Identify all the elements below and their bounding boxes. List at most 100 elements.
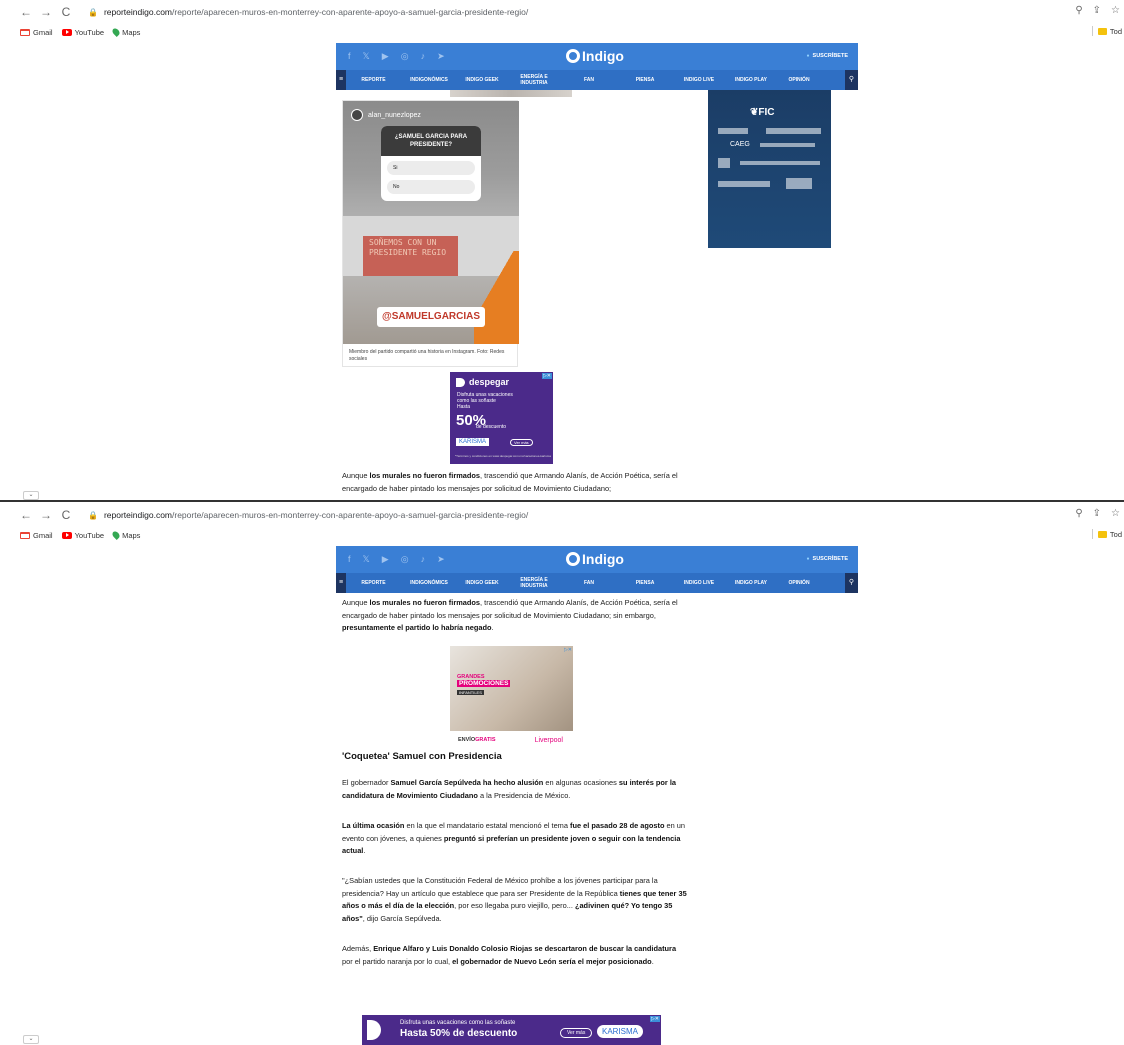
telegram-icon[interactable]: ➤ [437, 554, 445, 565]
url-field[interactable]: reporteindigo.com/reporte/aparecen-muros… [104, 7, 528, 17]
nav-opinion[interactable]: OPINIÓN [777, 580, 821, 586]
bookmark-maps[interactable]: Maps [111, 530, 140, 540]
despegar-hasta: Hasta [457, 404, 471, 410]
scroll-down-icon[interactable]: ⌄ [23, 491, 39, 500]
instagram-icon[interactable]: ◎ [401, 51, 409, 62]
nav-reporte[interactable]: REPORTE [346, 580, 401, 586]
text: , dijo García Sepúlveda. [362, 913, 442, 923]
bookmark-label: YouTube [74, 530, 105, 540]
zoom-icon[interactable]: ⚲ [1075, 5, 1082, 16]
folder-icon [1097, 530, 1107, 538]
site-logo[interactable]: Indigo [566, 551, 624, 567]
search-icon[interactable]: ⚲ [845, 70, 858, 90]
tiktok-icon[interactable]: ♪ [421, 554, 426, 565]
site-logo[interactable]: Indigo [566, 48, 624, 64]
bookmark-youtube[interactable]: YouTube [61, 27, 105, 37]
url-field[interactable]: reporteindigo.com/reporte/aparecen-muros… [104, 510, 528, 520]
gratis-text: GRATIS [475, 737, 496, 743]
despegar-tagline: Disfruta unas vacaciones como las soñast… [457, 392, 513, 410]
nav-fan[interactable]: FAN [561, 580, 617, 586]
subscribe-link[interactable]: SUSCRÍBETE [807, 53, 848, 59]
ad-choices-icon[interactable]: ▷✕ [541, 373, 552, 379]
youtube-icon[interactable]: ▶ [382, 51, 389, 62]
bookmark-gmail[interactable]: Gmail [20, 28, 53, 37]
zoom-icon[interactable]: ⚲ [1075, 508, 1082, 519]
nav-indigonomics[interactable]: INDIGONÓMICS [401, 580, 457, 586]
x-icon[interactable]: 𝕏 [363, 554, 370, 565]
despegar-ad[interactable]: ▷✕ despegar Disfruta unas vacaciones com… [450, 372, 553, 464]
nav-indigo-play[interactable]: INDIGO PLAY [725, 580, 777, 586]
nav-indigo-play[interactable]: INDIGO PLAY [725, 77, 777, 83]
nav-indigo-geek[interactable]: INDIGO GEEK [457, 77, 507, 83]
nav-energia-industria[interactable]: ENERGÍA E INDUSTRIA [507, 74, 561, 86]
poll-question: ¿SAMUEL GARCIA PARA PRESIDENTE? [381, 126, 481, 156]
tiktok-icon[interactable]: ♪ [421, 51, 426, 62]
telegram-icon[interactable]: ➤ [437, 51, 445, 62]
url-domain: reporteindigo.com [103, 510, 173, 520]
fic-sponsor-logo [786, 178, 812, 189]
nav-indigo-geek[interactable]: INDIGO GEEK [457, 580, 507, 586]
scroll-down-icon[interactable]: ⌄ [23, 1035, 39, 1044]
nav-reporte[interactable]: REPORTE [346, 77, 401, 83]
bookmark-label: YouTube [74, 27, 105, 37]
star-icon[interactable]: ☆ [1111, 5, 1120, 16]
bookmark-folder[interactable]: Tod [1091, 529, 1122, 539]
nav-piensa[interactable]: PIENSA [617, 580, 673, 586]
ver-mas-button[interactable]: Ver más [510, 439, 533, 446]
bookmark-maps[interactable]: Maps [111, 27, 140, 37]
logo-circle-icon [566, 49, 580, 63]
star-icon[interactable]: ☆ [1111, 508, 1120, 519]
lock-icon[interactable]: 🔒 [88, 511, 98, 520]
ad-choices-icon[interactable]: ▷✕ [564, 647, 572, 653]
nav-energia-industria[interactable]: ENERGÍA E INDUSTRIA [507, 577, 561, 589]
article-paragraph: La última ocasión en la que el mandatari… [342, 820, 687, 858]
despegar-descuento: de descuento [476, 424, 507, 430]
instagram-icon[interactable]: ◎ [401, 554, 409, 565]
bold-text: el gobernador de Nuevo León sería el mej… [452, 956, 652, 966]
share-icon[interactable]: ⇪ [1093, 5, 1101, 16]
nav-indigo-live[interactable]: INDIGO LIVE [673, 77, 725, 83]
text: . [363, 846, 366, 856]
url-path: /reporte/aparecen-muros-en-monterrey-con… [172, 7, 529, 17]
story-poll: ¿SAMUEL GARCIA PARA PRESIDENTE? Si No [381, 126, 481, 201]
ad-choices-icon[interactable]: ▷✕ [649, 1016, 660, 1022]
nav-indigonomics[interactable]: INDIGONÓMICS [401, 77, 457, 83]
browser-actions: ⚲ ⇪ ☆ [1075, 508, 1120, 519]
share-icon[interactable]: ⇪ [1093, 508, 1101, 519]
facebook-icon[interactable]: f [348, 554, 351, 565]
nav-fan[interactable]: FAN [561, 77, 617, 83]
menu-icon[interactable]: ≡ [336, 70, 346, 90]
text: "¿Sabían ustedes que la Constitución Fed… [342, 876, 658, 898]
subscribe-link[interactable]: SUSCRÍBETE [807, 556, 848, 562]
bookmark-gmail[interactable]: Gmail [20, 531, 53, 540]
text: Además, [342, 944, 374, 953]
back-button[interactable]: ← [16, 5, 36, 19]
folder-icon [1097, 27, 1107, 35]
menu-icon[interactable]: ≡ [336, 573, 346, 593]
fic-sponsor-logo [740, 161, 820, 165]
reload-button[interactable]: C [56, 5, 76, 19]
karisma-banner-ad[interactable]: ▷✕ Disfruta unas vacaciones como las soñ… [362, 1015, 661, 1045]
youtube-icon[interactable]: ▶ [382, 554, 389, 565]
x-icon[interactable]: 𝕏 [363, 51, 370, 62]
liverpool-ad[interactable]: ▷✕ GRANDES PROMOCIONES INFANTILES ENVÍOG… [450, 646, 573, 747]
site-nav: ≡ REPORTE INDIGONÓMICS INDIGO GEEK ENERG… [336, 573, 858, 593]
bookmark-folder[interactable]: Tod [1091, 26, 1122, 36]
reload-button[interactable]: C [56, 508, 76, 522]
previous-image-edge [450, 90, 572, 97]
bookmark-youtube[interactable]: YouTube [61, 530, 105, 540]
nav-opinion[interactable]: OPINIÓN [777, 77, 821, 83]
back-button[interactable]: ← [16, 508, 36, 522]
lock-icon[interactable]: 🔒 [88, 8, 98, 17]
liverpool-infantiles: INFANTILES [457, 690, 484, 695]
fic-ad[interactable]: ❦FIC CAEG [708, 90, 831, 248]
ver-mas-button[interactable]: Ver más [560, 1028, 593, 1038]
forward-button[interactable]: → [36, 5, 56, 19]
youtube-icon [61, 28, 72, 36]
search-icon[interactable]: ⚲ [845, 573, 858, 593]
story-user: alan_nunezlopez [351, 109, 421, 121]
facebook-icon[interactable]: f [348, 51, 351, 62]
nav-piensa[interactable]: PIENSA [617, 77, 673, 83]
nav-indigo-live[interactable]: INDIGO LIVE [673, 580, 725, 586]
forward-button[interactable]: → [36, 508, 56, 522]
